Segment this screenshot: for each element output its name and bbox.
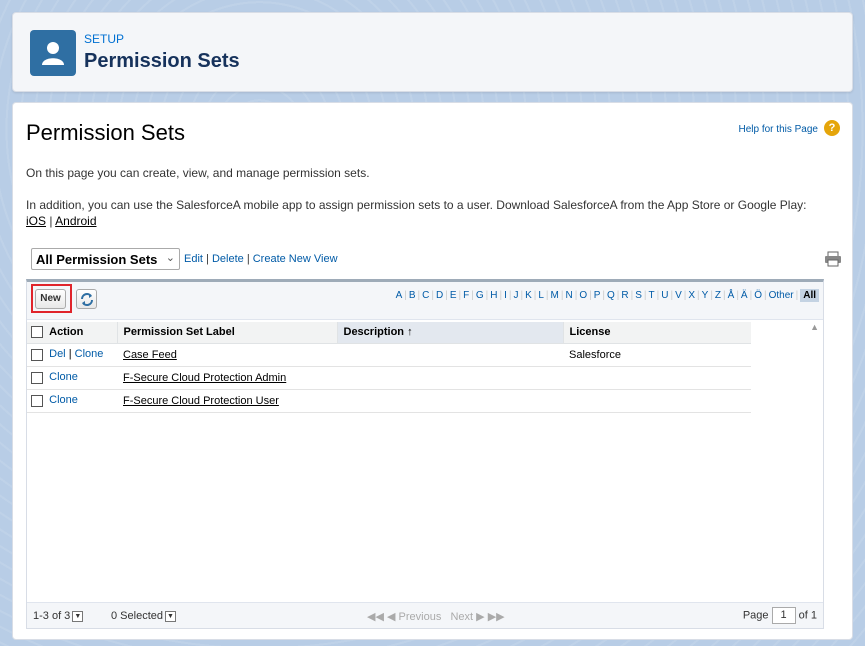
page-control: Page 1 of 1	[743, 607, 817, 624]
alpha-filter-å[interactable]: Å	[728, 290, 735, 301]
help-link[interactable]: Help for this Page	[739, 124, 819, 135]
alpha-filter-r[interactable]: R	[621, 290, 628, 301]
select-all-checkbox[interactable]	[31, 326, 43, 339]
alpha-filter-a[interactable]: A	[396, 290, 403, 301]
view-links: Edit | Delete | Create New View	[184, 253, 338, 265]
selected-count: 0 Selected ▼	[111, 610, 176, 622]
description-cell	[337, 343, 563, 367]
table-row: Clone F-Secure Cloud Protection Admin	[27, 366, 751, 390]
next-page-icon[interactable]: ▶	[476, 611, 484, 623]
col-description[interactable]: Description ↑	[337, 322, 564, 344]
refresh-button[interactable]	[76, 289, 97, 309]
alpha-filter-p[interactable]: P	[594, 290, 601, 301]
license-cell	[563, 366, 751, 390]
alpha-filter-v[interactable]: V	[675, 290, 682, 301]
refresh-icon	[81, 293, 93, 306]
setup-eyebrow: SETUP	[84, 32, 125, 46]
page-title: Permission Sets	[26, 120, 185, 145]
permission-set-link[interactable]: F-Secure Cloud Protection Admin	[123, 372, 286, 384]
prev-page-icon[interactable]: ◀	[387, 611, 395, 623]
row-checkbox[interactable]	[31, 394, 43, 407]
col-license[interactable]: License	[563, 322, 751, 344]
alphabet-filter: A | B | C | D | E | F | G | H | I | J | K | L | M | N | O | P | Q | R | S | T |…	[396, 289, 819, 302]
edit-view-link[interactable]: Edit	[184, 253, 203, 265]
alpha-filter-q[interactable]: Q	[607, 290, 615, 301]
alpha-filter-f[interactable]: F	[463, 290, 469, 301]
col-action: Action	[27, 322, 118, 344]
alpha-filter-other[interactable]: Other	[769, 290, 794, 301]
description-cell	[337, 389, 563, 413]
scroll-up-arrow[interactable]: ▲	[810, 322, 819, 332]
user-icon	[30, 30, 76, 76]
next-link[interactable]: Next	[450, 611, 473, 623]
header-title: Permission Sets	[84, 50, 240, 72]
printer-icon[interactable]	[824, 251, 842, 270]
col-label[interactable]: Permission Set Label	[117, 322, 338, 344]
android-link[interactable]: Android	[55, 214, 96, 228]
intro-mobile-text: In addition, you can use the SalesforceA…	[26, 198, 807, 228]
alpha-filter-c[interactable]: C	[422, 290, 429, 301]
ios-link[interactable]: iOS	[26, 214, 46, 228]
del-link[interactable]: Del	[49, 348, 66, 360]
pager: ◀◀ ◀ Previous Next ▶ ▶▶	[367, 610, 505, 623]
selected-dropdown[interactable]: ▼	[164, 610, 176, 622]
row-checkbox[interactable]	[31, 348, 43, 361]
delete-view-link[interactable]: Delete	[212, 253, 244, 265]
record-count-dropdown[interactable]: ▼	[72, 610, 84, 622]
row-checkbox[interactable]	[31, 371, 43, 384]
alpha-filter-k[interactable]: K	[525, 290, 532, 301]
first-page-icon[interactable]: ◀◀	[367, 611, 384, 623]
record-count: 1-3 of 3 ▼	[33, 610, 84, 622]
intro-text: On this page you can create, view, and m…	[26, 166, 370, 180]
table-row: Del | Clone Case Feed Salesforce	[27, 343, 751, 367]
license-cell: Salesforce	[563, 343, 751, 367]
alpha-filter-i[interactable]: I	[504, 290, 507, 301]
table-row: Clone F-Secure Cloud Protection User	[27, 389, 751, 413]
alpha-filter-g[interactable]: G	[476, 290, 484, 301]
description-cell	[337, 366, 563, 390]
previous-link[interactable]: Previous	[399, 611, 442, 623]
alpha-filter-u[interactable]: U	[661, 290, 668, 301]
chevron-down-icon: ⌄	[165, 252, 175, 264]
permission-set-link[interactable]: F-Secure Cloud Protection User	[123, 395, 279, 407]
page-number-input[interactable]: 1	[771, 607, 796, 624]
alpha-filter-all[interactable]: All	[800, 289, 819, 302]
create-view-link[interactable]: Create New View	[253, 253, 338, 265]
main-panel: Permission Sets Help for this Page ? On …	[12, 102, 853, 640]
sort-ascending-icon: ↑	[407, 326, 413, 339]
alpha-filter-y[interactable]: Y	[702, 290, 709, 301]
alpha-filter-n[interactable]: N	[565, 290, 572, 301]
alpha-filter-x[interactable]: X	[688, 290, 695, 301]
alpha-filter-ö[interactable]: Ö	[754, 290, 762, 301]
alpha-filter-j[interactable]: J	[513, 290, 518, 301]
view-select[interactable]: All Permission Sets ⌄	[31, 248, 180, 270]
setup-header: SETUP Permission Sets	[12, 12, 853, 92]
alpha-filter-t[interactable]: T	[649, 290, 655, 301]
alpha-filter-ä[interactable]: Ä	[741, 290, 748, 301]
help-icon[interactable]: ?	[824, 120, 840, 136]
list-footer: 1-3 of 3 ▼ 0 Selected ▼ ◀◀ ◀ Previous Next…	[27, 602, 823, 628]
alpha-filter-s[interactable]: S	[635, 290, 642, 301]
alpha-filter-l[interactable]: L	[538, 290, 544, 301]
alpha-filter-d[interactable]: D	[436, 290, 443, 301]
alpha-filter-o[interactable]: O	[579, 290, 587, 301]
clone-link[interactable]: Clone	[49, 394, 78, 406]
list-view: New A | B | C | D | E | F | G | H | I | J | K | L | M | N | O | P | Q | R |…	[26, 279, 824, 629]
license-cell	[563, 389, 751, 413]
permission-set-link[interactable]: Case Feed	[123, 349, 177, 361]
alpha-filter-z[interactable]: Z	[715, 290, 721, 301]
alpha-filter-b[interactable]: B	[409, 290, 416, 301]
list-toolbar: New A | B | C | D | E | F | G | H | I | J | K | L | M | N | O | P | Q | R |…	[27, 282, 823, 320]
last-page-icon[interactable]: ▶▶	[488, 611, 505, 623]
clone-link[interactable]: Clone	[49, 371, 78, 383]
permission-sets-table: Action Permission Set Label Description …	[27, 322, 751, 413]
alpha-filter-h[interactable]: H	[490, 290, 497, 301]
alpha-filter-m[interactable]: M	[551, 290, 559, 301]
new-button[interactable]: New	[35, 289, 66, 309]
clone-link[interactable]: Clone	[75, 348, 104, 360]
alpha-filter-e[interactable]: E	[450, 290, 457, 301]
